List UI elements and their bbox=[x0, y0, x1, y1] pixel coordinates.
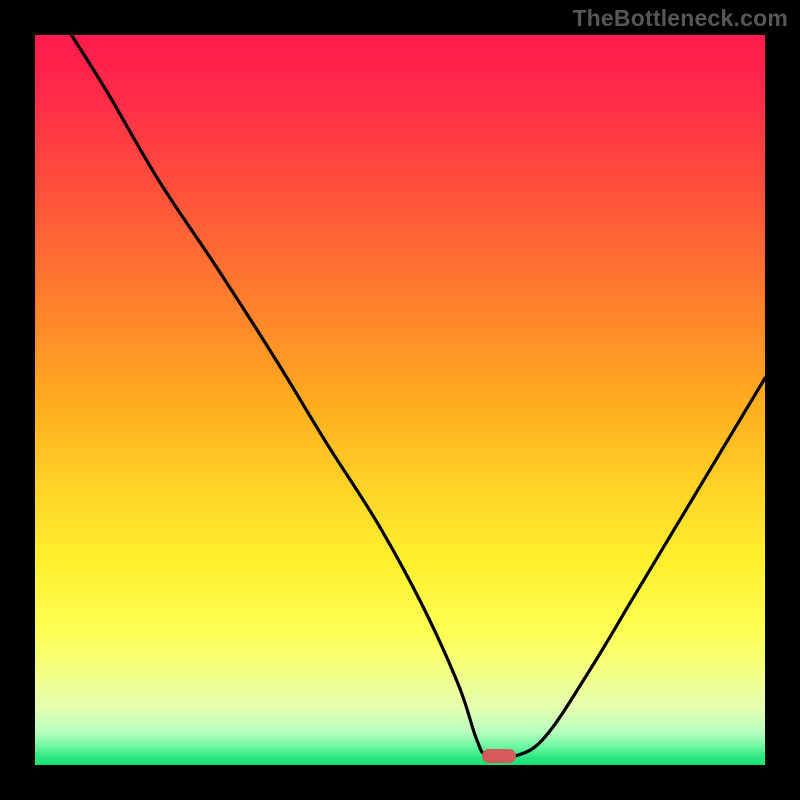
chart-frame: TheBottleneck.com bbox=[0, 0, 800, 800]
optimum-marker bbox=[482, 749, 516, 763]
plot-area bbox=[35, 35, 765, 765]
bottleneck-curve bbox=[35, 35, 765, 765]
watermark-text: TheBottleneck.com bbox=[572, 5, 788, 32]
